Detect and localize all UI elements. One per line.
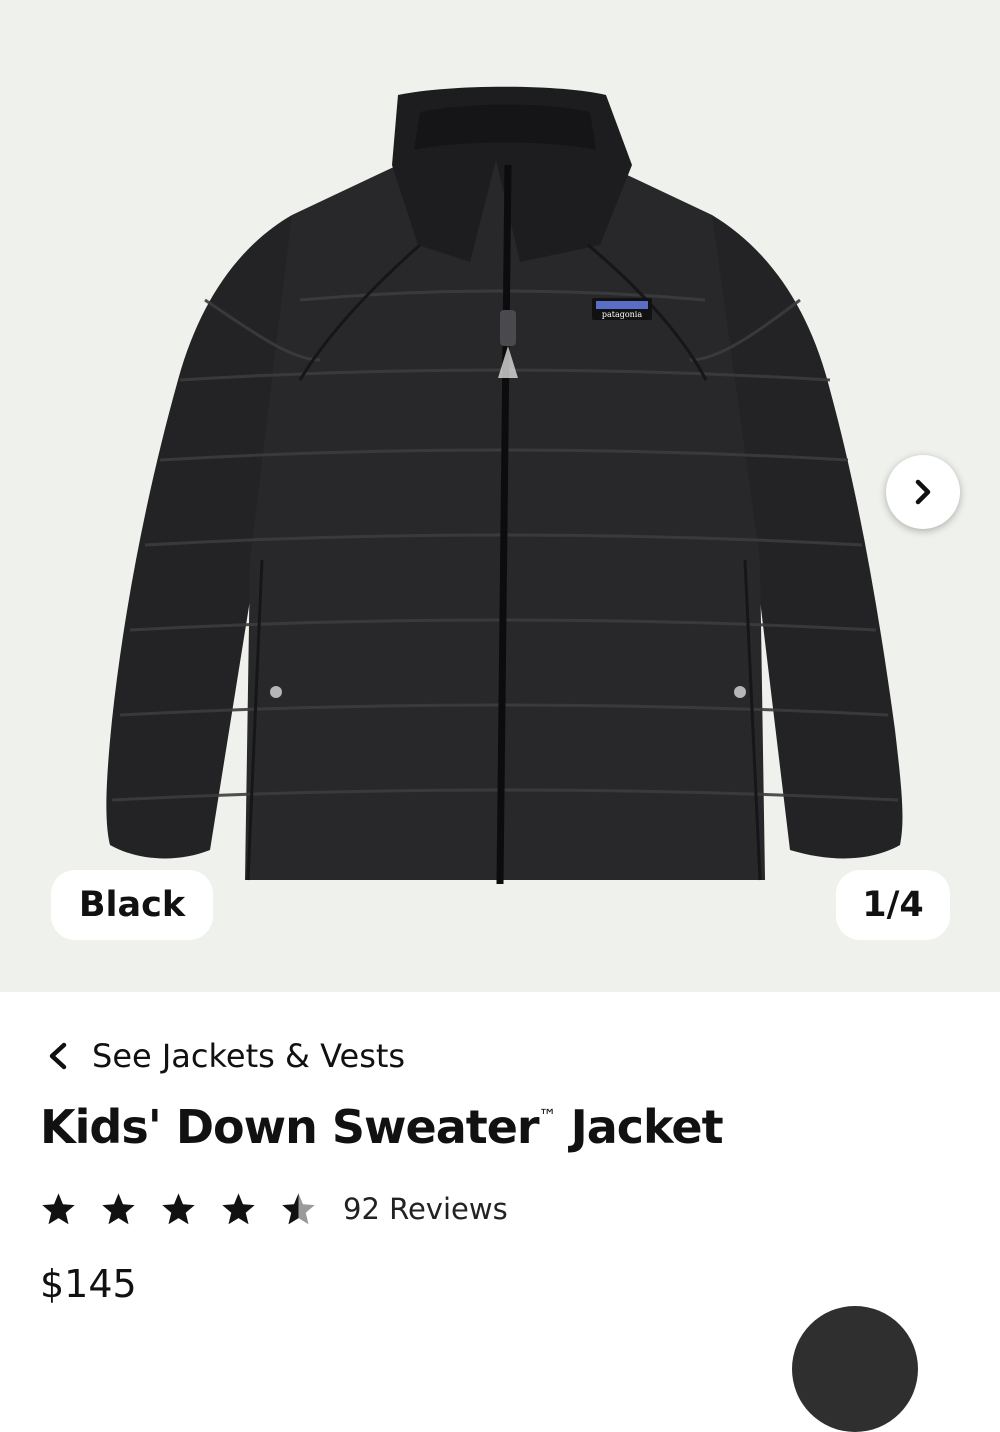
star-icon — [102, 1192, 135, 1224]
product-photo-black-down-jacket: patagonia — [106, 86, 903, 885]
reviews-link[interactable]: 92 Reviews — [343, 1192, 508, 1226]
star-icon — [162, 1192, 195, 1224]
product-price: $145 — [40, 1262, 137, 1306]
next-image-button[interactable] — [886, 455, 960, 529]
back-to-category-link[interactable]: See Jackets & Vests — [44, 1032, 405, 1080]
product-name-suffix: Jacket — [555, 1100, 724, 1154]
color-label-text: Black — [78, 885, 186, 925]
trademark-symbol: ™ — [538, 1106, 557, 1127]
color-label-badge: Black — [51, 870, 213, 940]
image-counter-text: 1/4 — [862, 885, 924, 925]
product-name: Kids' Down Sweater — [40, 1100, 540, 1154]
half-star-icon — [282, 1192, 315, 1224]
image-counter-badge: 1/4 — [836, 870, 950, 940]
chevron-right-icon — [915, 479, 931, 505]
chevron-left-icon — [49, 1042, 67, 1070]
star-icon — [42, 1192, 75, 1224]
floating-action-button[interactable] — [792, 1306, 918, 1432]
product-image-gallery[interactable]: patagonia Black 1/4 — [0, 0, 1000, 992]
breadcrumb-label: See Jackets & Vests — [92, 1037, 406, 1075]
product-rating[interactable]: 92 Reviews — [40, 1186, 508, 1232]
brand-patch-text: patagonia — [602, 310, 643, 319]
product-title: Kids' Down Sweater™ Jacket — [40, 1100, 724, 1154]
star-icon — [222, 1192, 255, 1224]
star-rating — [40, 1191, 317, 1228]
